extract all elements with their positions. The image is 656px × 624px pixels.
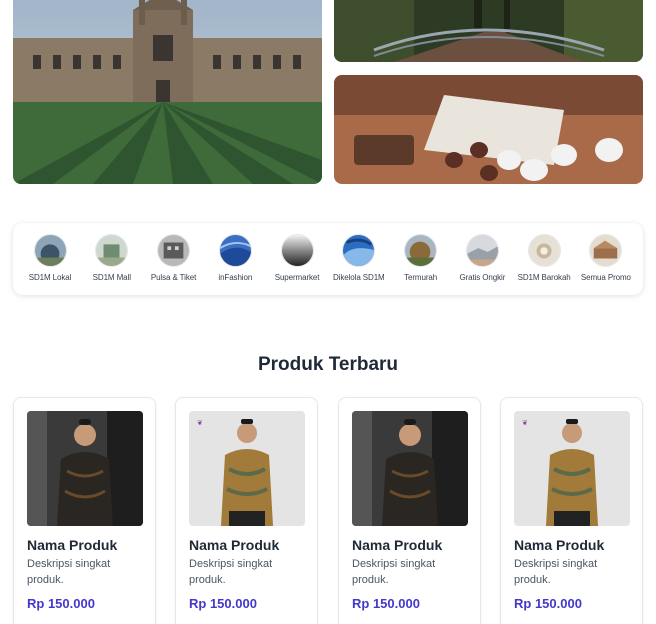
section-title: Produk Terbaru (257, 354, 399, 375)
category-label: inFashion (218, 273, 253, 282)
product-image (352, 411, 468, 526)
category-label: SD1M Mall (92, 273, 131, 282)
product-card[interactable]: ❦ Nama Produk Deskripsi singkat produk. … (500, 397, 643, 624)
category-label: Semua Promo (580, 273, 631, 282)
svg-text:❦: ❦ (197, 419, 203, 427)
product-image: ❦ (189, 411, 305, 526)
category-supermarket[interactable]: Supermarket (268, 234, 326, 295)
category-sd1m-mall[interactable]: SD1M Mall (83, 234, 141, 295)
category-sd1m-barokah[interactable]: SD1M Barokah (515, 234, 573, 295)
banner-bridge-image (334, 0, 643, 62)
banner-bridge[interactable] (334, 0, 643, 62)
category-label: Dikelola SD1M (333, 273, 385, 282)
product-description: Deskripsi singkat produk. (514, 558, 598, 586)
category-label: SD1M Lokal (28, 273, 72, 282)
category-label: SD1M Barokah (517, 273, 571, 282)
ticket-icon (157, 234, 191, 267)
product-image (27, 411, 143, 526)
product-price: Rp 150.000 (514, 596, 582, 611)
barokah-icon (527, 234, 561, 267)
category-infashion[interactable]: inFashion (206, 234, 264, 295)
product-name: Nama Produk (27, 537, 118, 553)
product-card[interactable]: ❦ Nama Produk Deskripsi singkat produk. … (175, 397, 318, 624)
product-description: Deskripsi singkat produk. (27, 558, 111, 586)
svg-text:❦: ❦ (522, 419, 528, 427)
category-pulsa-tiket[interactable]: Pulsa & Tiket (145, 234, 203, 295)
product-card[interactable]: Nama Produk Deskripsi singkat produk. Rp… (338, 397, 481, 624)
supermarket-icon (280, 234, 314, 267)
banner-university-image (13, 0, 322, 184)
fashion-icon (218, 234, 252, 267)
category-label: Pulsa & Tiket (150, 273, 197, 282)
category-semua-promo[interactable]: Semua Promo (577, 234, 635, 295)
product-name: Nama Produk (189, 537, 280, 553)
product-card[interactable]: Nama Produk Deskripsi singkat produk. Rp… (13, 397, 156, 624)
banner-university[interactable] (13, 0, 322, 184)
local-icon (33, 234, 67, 267)
promo-icon (589, 234, 623, 267)
product-price: Rp 150.000 (27, 596, 95, 611)
category-gratis-ongkir[interactable]: Gratis Ongkir (453, 234, 511, 295)
free-shipping-icon (465, 234, 499, 267)
product-image: ❦ (514, 411, 630, 526)
category-label: Gratis Ongkir (459, 273, 506, 282)
category-termurah[interactable]: Termurah (392, 234, 450, 295)
cheapest-icon (404, 234, 438, 267)
mall-icon (95, 234, 129, 267)
banner-coffee[interactable] (334, 75, 643, 184)
category-label: Supermarket (274, 273, 320, 282)
category-label: Termurah (404, 273, 438, 282)
product-name: Nama Produk (514, 537, 605, 553)
category-sd1m-lokal[interactable]: SD1M Lokal (21, 234, 79, 295)
page: SD1M Lokal SD1M Mall Pulsa & Tiket inFas… (0, 0, 656, 624)
product-price: Rp 150.000 (352, 596, 420, 611)
category-dikelola-sd1m[interactable]: Dikelola SD1M (330, 234, 388, 295)
managed-icon (342, 234, 376, 267)
category-bar: SD1M Lokal SD1M Mall Pulsa & Tiket inFas… (13, 223, 643, 295)
product-description: Deskripsi singkat produk. (189, 558, 273, 586)
product-description: Deskripsi singkat produk. (352, 558, 436, 586)
product-price: Rp 150.000 (189, 596, 257, 611)
banner-coffee-image (334, 75, 643, 184)
product-name: Nama Produk (352, 537, 443, 553)
